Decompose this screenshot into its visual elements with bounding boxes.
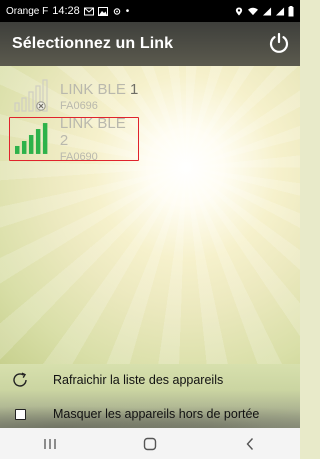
refresh-icon bbox=[10, 370, 30, 390]
hide-out-of-range-toggle[interactable]: Masquer les appareils hors de portée bbox=[0, 400, 300, 428]
power-icon bbox=[269, 32, 289, 53]
hide-out-of-range-checkbox[interactable] bbox=[10, 404, 30, 424]
power-button[interactable] bbox=[264, 28, 294, 58]
back-icon bbox=[246, 437, 254, 450]
device-name: LINK BLE 1 bbox=[60, 80, 139, 98]
device-item-link-ble-1[interactable]: LINK BLE 1 FA0696 bbox=[10, 74, 150, 118]
signal-full-icon bbox=[14, 123, 48, 154]
mail-icon bbox=[83, 7, 94, 15]
carrier-label: Orange F bbox=[6, 5, 49, 17]
recent-apps-button[interactable] bbox=[30, 428, 70, 459]
home-button[interactable] bbox=[130, 428, 170, 459]
cell-signal-icon bbox=[262, 6, 272, 16]
location-icon bbox=[235, 6, 243, 16]
recent-apps-icon bbox=[44, 438, 56, 449]
home-icon bbox=[143, 437, 157, 450]
status-time: 14:28 bbox=[52, 5, 80, 17]
settings-icon bbox=[113, 7, 121, 15]
page-title: Sélectionnez un Link bbox=[12, 35, 174, 52]
device-list: LINK BLE 1 FA0696 LINK BLE 2 FA0690 bbox=[0, 66, 300, 364]
bottom-actions: Rafraichir la liste des appareils Masque… bbox=[0, 364, 300, 428]
device-id: FA0696 bbox=[60, 99, 98, 112]
status-bar: Orange F 14:28 • bbox=[0, 0, 300, 22]
back-button[interactable] bbox=[230, 428, 270, 459]
app-header: Sélectionnez un Link bbox=[0, 22, 300, 66]
more-dot-icon: • bbox=[125, 5, 130, 17]
image-icon bbox=[97, 6, 108, 16]
cell-signal-2-icon bbox=[275, 6, 285, 16]
refresh-label: Rafraichir la liste des appareils bbox=[53, 373, 224, 387]
signal-none-icon bbox=[14, 79, 48, 112]
device-id: FA0690 bbox=[59, 151, 98, 163]
wifi-icon bbox=[248, 7, 258, 15]
system-nav-bar bbox=[0, 428, 300, 459]
device-name: LINK BLE 2 bbox=[59, 115, 126, 149]
battery-icon bbox=[288, 5, 294, 16]
hide-out-of-range-label: Masquer les appareils hors de portée bbox=[53, 407, 260, 421]
refresh-list-button[interactable]: Rafraichir la liste des appareils bbox=[0, 366, 300, 394]
device-item-link-ble-2[interactable]: LINK BLE 2 FA0690 bbox=[9, 115, 139, 163]
